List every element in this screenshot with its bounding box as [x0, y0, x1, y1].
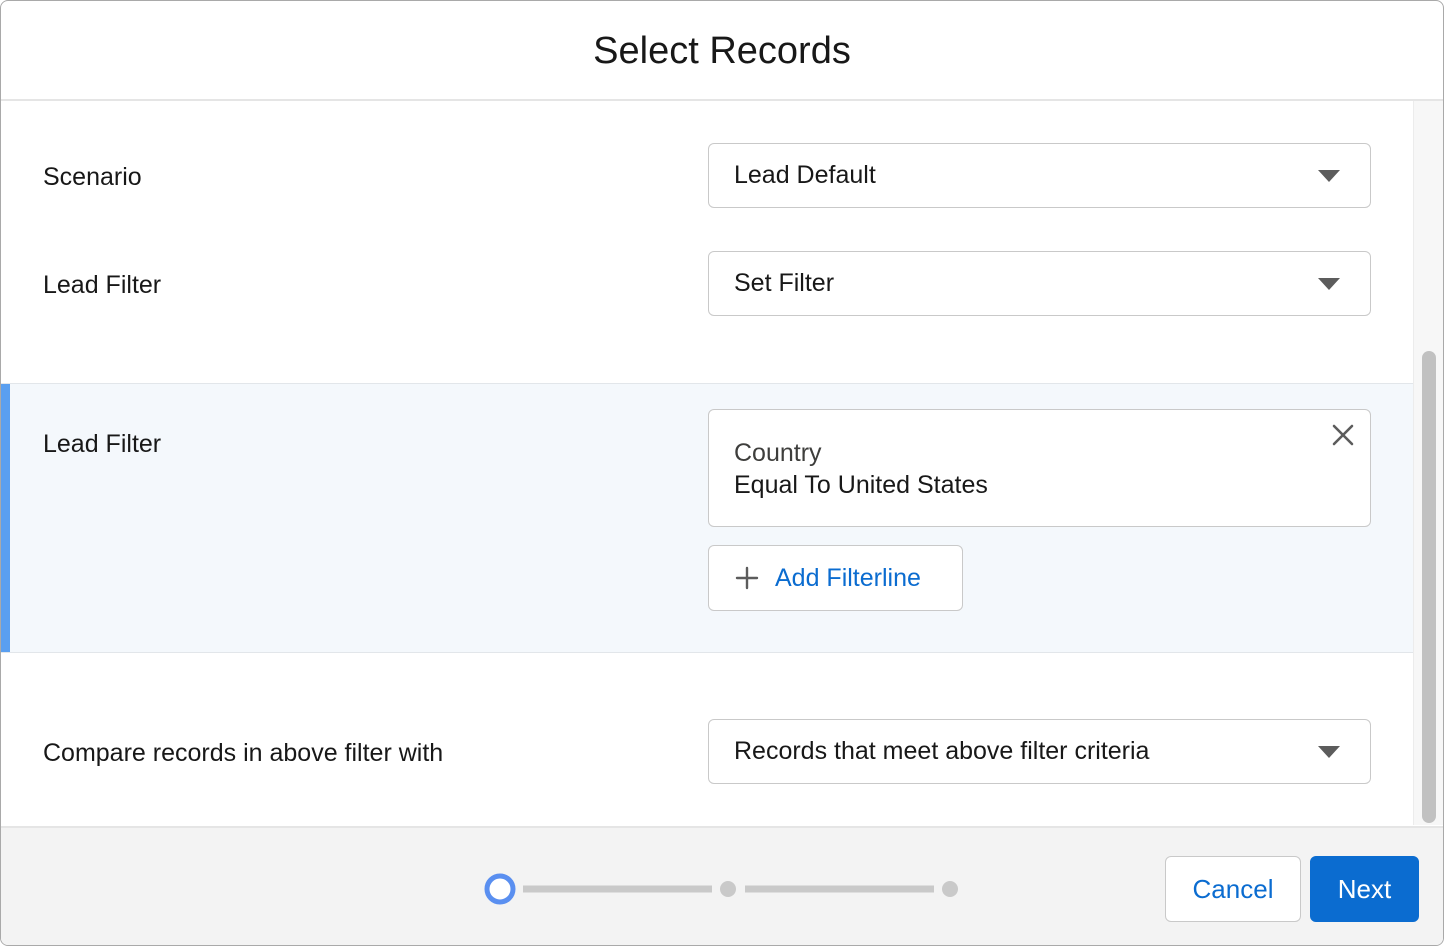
- filter-section-accent-bar: [1, 384, 10, 652]
- scenario-select[interactable]: Lead Default: [708, 143, 1371, 208]
- scrollbar[interactable]: [1413, 101, 1443, 825]
- chevron-down-icon: [1318, 170, 1340, 182]
- progress-step-3[interactable]: [942, 881, 958, 897]
- modal-footer: Cancel Next: [1, 826, 1443, 945]
- progress-step-1-active[interactable]: [484, 873, 516, 905]
- next-button[interactable]: Next: [1310, 856, 1419, 922]
- modal-title: Select Records: [593, 29, 851, 72]
- lead-filter-section: Lead Filter Country Equal To United Stat…: [1, 383, 1413, 653]
- plus-icon: [735, 566, 759, 590]
- compare-select-value: Records that meet above filter criteria: [734, 737, 1150, 765]
- lead-filter-section-label: Lead Filter: [43, 430, 162, 458]
- modal-header: Select Records: [1, 1, 1443, 101]
- lead-filter-label: Lead Filter: [43, 271, 162, 299]
- chevron-down-icon: [1318, 746, 1340, 758]
- progress-step-2[interactable]: [720, 881, 736, 897]
- filterline-condition: Equal To United States: [734, 471, 988, 499]
- compare-select[interactable]: Records that meet above filter criteria: [708, 719, 1371, 784]
- scrollbar-thumb[interactable]: [1422, 351, 1436, 823]
- add-filterline-button[interactable]: Add Filterline: [708, 545, 963, 611]
- scenario-select-value: Lead Default: [734, 161, 876, 189]
- compare-label: Compare records in above filter with: [43, 739, 444, 767]
- modal-body: Scenario Lead Default Lead Filter Set Fi…: [1, 101, 1413, 825]
- select-records-modal: Select Records Scenario Lead Default Lea…: [0, 0, 1444, 946]
- filterline-card[interactable]: Country Equal To United States: [708, 409, 1371, 527]
- cancel-button[interactable]: Cancel: [1165, 856, 1301, 922]
- chevron-down-icon: [1318, 278, 1340, 290]
- filterline-field: Country: [734, 439, 822, 467]
- lead-filter-select[interactable]: Set Filter: [708, 251, 1371, 316]
- lead-filter-select-value: Set Filter: [734, 269, 835, 297]
- close-icon[interactable]: [1330, 422, 1356, 448]
- add-filterline-label: Add Filterline: [775, 563, 921, 592]
- scenario-label: Scenario: [43, 163, 142, 191]
